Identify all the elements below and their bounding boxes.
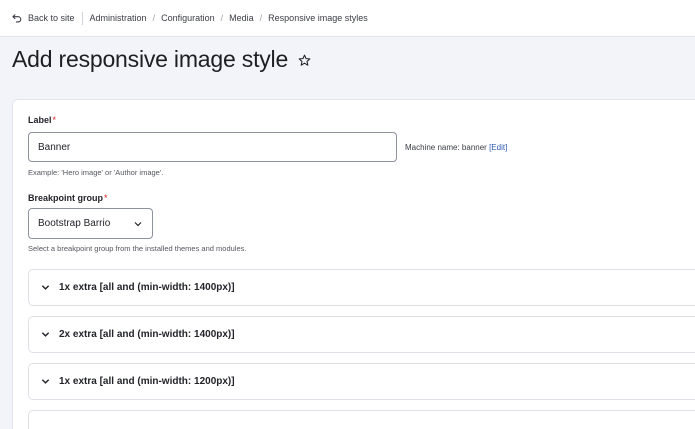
page-header: Add responsive image style: [12, 46, 311, 73]
label-field-label-text: Label: [28, 115, 52, 125]
label-field-label: Label*: [28, 115, 56, 125]
toolbar: Back to site Administration / Configurat…: [0, 0, 695, 37]
breadcrumb-media[interactable]: Media: [229, 13, 254, 23]
breakpoint-details-label: 1x extra [all and (min-width: 1400px)]: [59, 282, 235, 293]
chevron-down-icon: [41, 332, 50, 337]
machine-name-text: Machine name: banner: [405, 143, 487, 152]
breakpoint-details-1x-1200[interactable]: 1x extra [all and (min-width: 1200px)]: [28, 363, 695, 400]
breakpoint-group-description: Select a breakpoint group from the insta…: [28, 244, 247, 253]
required-marker: *: [104, 193, 108, 203]
label-input[interactable]: [28, 132, 397, 162]
page-title: Add responsive image style: [12, 46, 289, 72]
toolbar-divider: [81, 11, 83, 25]
breakpoint-group-select[interactable]: Bootstrap Barrio: [28, 208, 153, 239]
breadcrumb-administration[interactable]: Administration: [90, 13, 147, 23]
breakpoint-group-label-text: Breakpoint group: [28, 193, 104, 203]
breakpoint-details-2x-1400[interactable]: 2x extra [all and (min-width: 1400px)]: [28, 316, 695, 353]
chevron-down-icon: [41, 285, 50, 290]
required-marker: *: [52, 115, 57, 125]
breadcrumb-configuration[interactable]: Configuration: [161, 13, 215, 23]
breadcrumb-separator: /: [220, 13, 224, 23]
breakpoint-details-1x-1400[interactable]: 1x extra [all and (min-width: 1400px)]: [28, 269, 695, 306]
breadcrumb-responsive-image-styles[interactable]: Responsive image styles: [268, 13, 368, 23]
breakpoint-details-label: 1x extra [all and (min-width: 1200px)]: [59, 376, 235, 387]
breakpoint-group-label: Breakpoint group*: [28, 193, 108, 203]
back-to-site-label: Back to site: [28, 13, 75, 23]
breakpoint-group-selected: Bootstrap Barrio: [38, 218, 111, 229]
back-arrow-icon: [12, 14, 22, 23]
back-to-site-link[interactable]: Back to site: [12, 13, 75, 23]
label-description: Example: 'Hero image' or 'Author image'.: [28, 168, 164, 177]
star-icon[interactable]: [298, 54, 311, 67]
machine-name-edit-link[interactable]: [Edit]: [489, 143, 507, 152]
breakpoint-details-next[interactable]: [28, 410, 695, 429]
breadcrumb-separator: /: [259, 13, 263, 23]
breadcrumb-separator: /: [152, 13, 156, 23]
machine-name: Machine name: banner [Edit]: [405, 143, 507, 152]
breakpoint-details-label: 2x extra [all and (min-width: 1400px)]: [59, 329, 235, 340]
form-card: Label* Machine name: banner [Edit] Examp…: [12, 99, 695, 429]
chevron-down-icon: [41, 379, 50, 384]
breadcrumb: Administration / Configuration / Media /…: [90, 13, 368, 23]
chevron-down-icon: [134, 221, 142, 226]
